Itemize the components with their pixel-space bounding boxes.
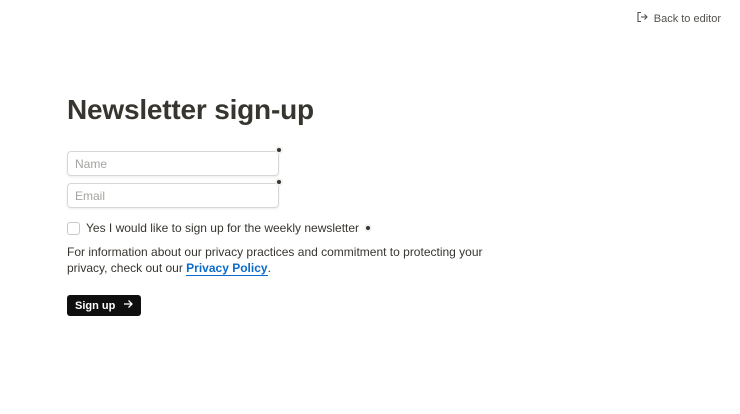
page-title: Newsletter sign-up: [67, 94, 314, 125]
sign-up-button-label: Sign up: [75, 299, 116, 312]
required-indicator: [275, 178, 283, 186]
back-to-editor-label: Back to editor: [653, 12, 721, 25]
privacy-policy-link[interactable]: Privacy Policy: [186, 261, 268, 276]
required-indicator: [364, 224, 373, 232]
privacy-text: For information about our privacy practi…: [67, 245, 483, 275]
email-input[interactable]: [67, 183, 279, 208]
newsletter-checkbox[interactable]: [67, 221, 80, 235]
newsletter-consent-row: Yes I would like to sign up for the week…: [67, 221, 527, 235]
privacy-notice: For information about our privacy practi…: [67, 244, 512, 276]
email-field-row: [67, 178, 283, 208]
back-to-editor-link[interactable]: Back to editor: [636, 11, 721, 26]
name-field-row: [67, 146, 283, 176]
exit-icon: [636, 11, 648, 26]
privacy-text-end: .: [267, 261, 271, 275]
name-input[interactable]: [67, 151, 279, 176]
newsletter-checkbox-label: Yes I would like to sign up for the week…: [86, 221, 360, 235]
arrow-right-icon: [123, 299, 134, 312]
required-indicator: [275, 146, 283, 154]
signup-form: Newsletter sign-up Yes I would like to s…: [67, 92, 527, 316]
sign-up-button[interactable]: Sign up: [67, 295, 142, 316]
